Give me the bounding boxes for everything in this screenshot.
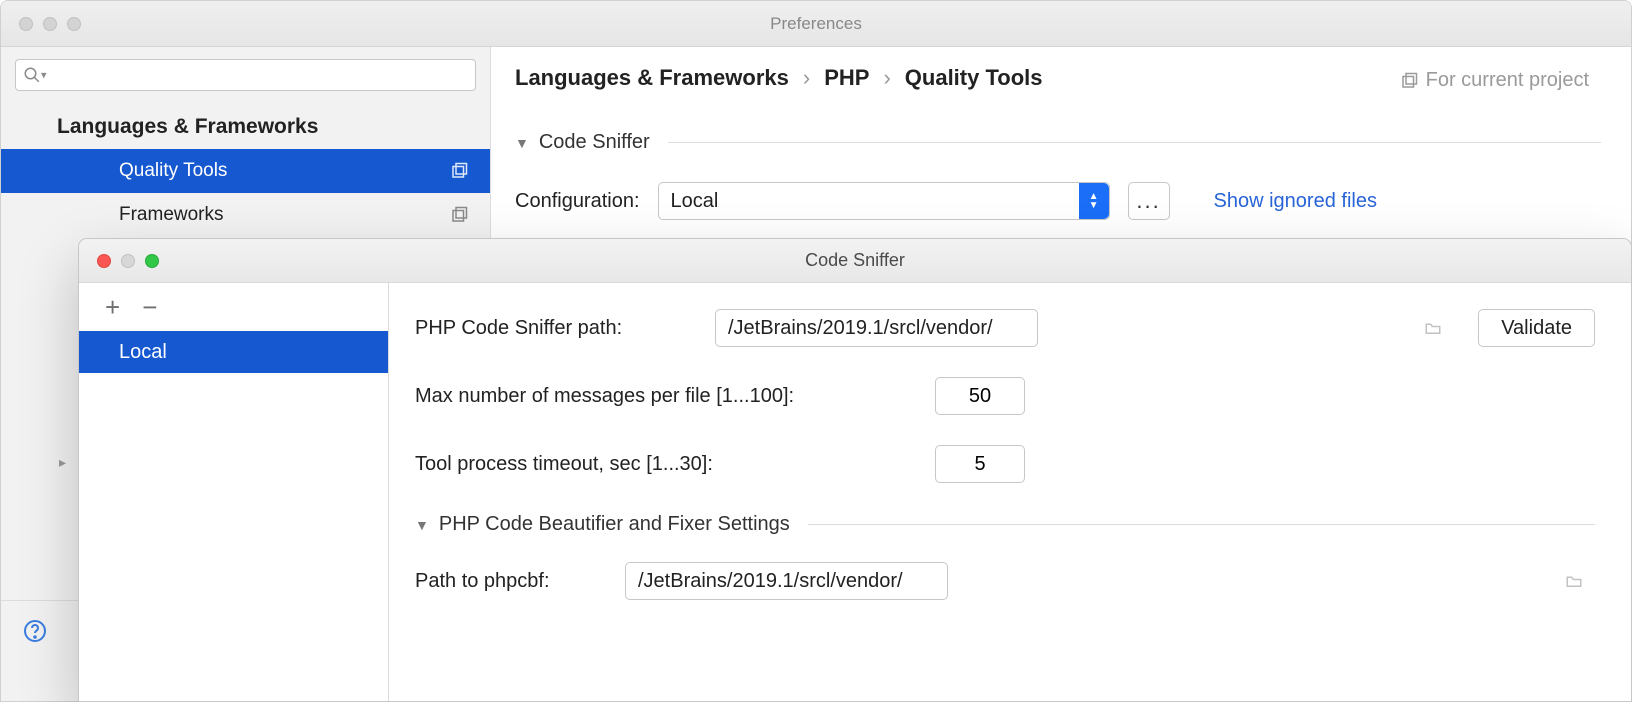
search-chevron-icon: ▾ xyxy=(41,69,47,82)
traffic-lights xyxy=(97,254,159,268)
disclosure-triangle-icon: ▼ xyxy=(415,517,429,533)
settings-tree: Languages & Frameworks Quality Tools Fra… xyxy=(1,105,490,237)
tree-item-quality-tools[interactable]: Quality Tools xyxy=(1,149,490,193)
list-item-label: Local xyxy=(119,341,167,364)
tree-item-label: Quality Tools xyxy=(119,160,227,182)
zoom-window-icon[interactable] xyxy=(67,17,81,31)
remove-icon[interactable]: − xyxy=(142,294,157,320)
project-scope-icon xyxy=(1400,72,1418,90)
section-code-sniffer[interactable]: ▼ Code Sniffer xyxy=(515,131,1601,154)
dialog-sidebar: + − Local xyxy=(79,283,389,701)
breadcrumb-item[interactable]: PHP xyxy=(824,65,869,91)
timeout-label: Tool process timeout, sec [1...30]: xyxy=(415,453,935,476)
validate-button[interactable]: Validate xyxy=(1478,309,1595,347)
validate-label: Validate xyxy=(1501,317,1572,339)
section-beautifier[interactable]: ▼ PHP Code Beautifier and Fixer Settings xyxy=(415,513,1595,536)
tree-item-label: Frameworks xyxy=(119,204,224,226)
configure-interpreters-button[interactable]: ... xyxy=(1128,182,1170,220)
traffic-lights xyxy=(19,17,81,31)
search-icon xyxy=(23,66,41,84)
disclosure-triangle-icon: ▼ xyxy=(515,135,529,151)
folder-icon[interactable] xyxy=(1563,572,1585,590)
close-window-icon[interactable] xyxy=(19,17,33,31)
sidebar-collapse-icon[interactable]: ▸ xyxy=(59,454,66,471)
breadcrumb-separator: › xyxy=(803,65,810,91)
breadcrumb-item[interactable]: Languages & Frameworks xyxy=(515,65,789,91)
project-scope-icon xyxy=(450,206,468,224)
timeout-input[interactable] xyxy=(935,445,1025,483)
code-sniffer-dialog: Code Sniffer + − Local PHP Code Sniffer … xyxy=(78,238,1632,702)
close-window-icon[interactable] xyxy=(97,254,111,268)
project-scope-icon xyxy=(450,162,468,180)
minimize-window-icon[interactable] xyxy=(43,17,57,31)
configuration-value: Local xyxy=(671,190,719,213)
for-project-text: For current project xyxy=(1426,69,1589,92)
dialog-toolbar: + − xyxy=(79,283,388,331)
dots-label: ... xyxy=(1136,188,1160,214)
preferences-title: Preferences xyxy=(770,14,862,34)
zoom-window-icon[interactable] xyxy=(145,254,159,268)
max-messages-input[interactable] xyxy=(935,377,1025,415)
configuration-select[interactable]: Local ▲▼ xyxy=(658,182,1110,220)
tree-heading-label: Languages & Frameworks xyxy=(57,115,318,139)
tree-item-frameworks[interactable]: Frameworks xyxy=(1,193,490,237)
preferences-titlebar: Preferences xyxy=(1,1,1631,47)
add-icon[interactable]: + xyxy=(105,294,120,320)
section-title: Code Sniffer xyxy=(539,131,650,154)
breadcrumb-item: Quality Tools xyxy=(905,65,1043,91)
phpcs-path-input[interactable] xyxy=(715,309,1038,347)
select-chevrons-icon: ▲▼ xyxy=(1079,183,1109,219)
max-messages-label: Max number of messages per file [1...100… xyxy=(415,385,935,408)
search-input[interactable] xyxy=(15,59,476,91)
help-icon[interactable] xyxy=(23,619,47,643)
tree-heading-languages[interactable]: Languages & Frameworks xyxy=(1,105,490,149)
folder-icon[interactable] xyxy=(1422,319,1444,337)
breadcrumb-separator: › xyxy=(883,65,890,91)
phpcbf-path-input[interactable] xyxy=(625,562,948,600)
section-title: PHP Code Beautifier and Fixer Settings xyxy=(439,513,790,536)
configuration-label: Configuration: xyxy=(515,190,640,213)
dialog-titlebar: Code Sniffer xyxy=(79,239,1631,283)
phpcbf-path-label: Path to phpcbf: xyxy=(415,570,625,593)
interpreter-list-item-local[interactable]: Local xyxy=(79,331,388,373)
show-ignored-files-link[interactable]: Show ignored files xyxy=(1214,190,1377,213)
section-divider xyxy=(668,142,1601,143)
for-current-project-label: For current project xyxy=(1400,69,1589,92)
dialog-title: Code Sniffer xyxy=(805,250,905,271)
minimize-window-icon xyxy=(121,254,135,268)
phpcs-path-label: PHP Code Sniffer path: xyxy=(415,317,715,340)
dialog-main: PHP Code Sniffer path: Validate Max numb… xyxy=(389,283,1631,701)
section-divider xyxy=(808,524,1595,525)
